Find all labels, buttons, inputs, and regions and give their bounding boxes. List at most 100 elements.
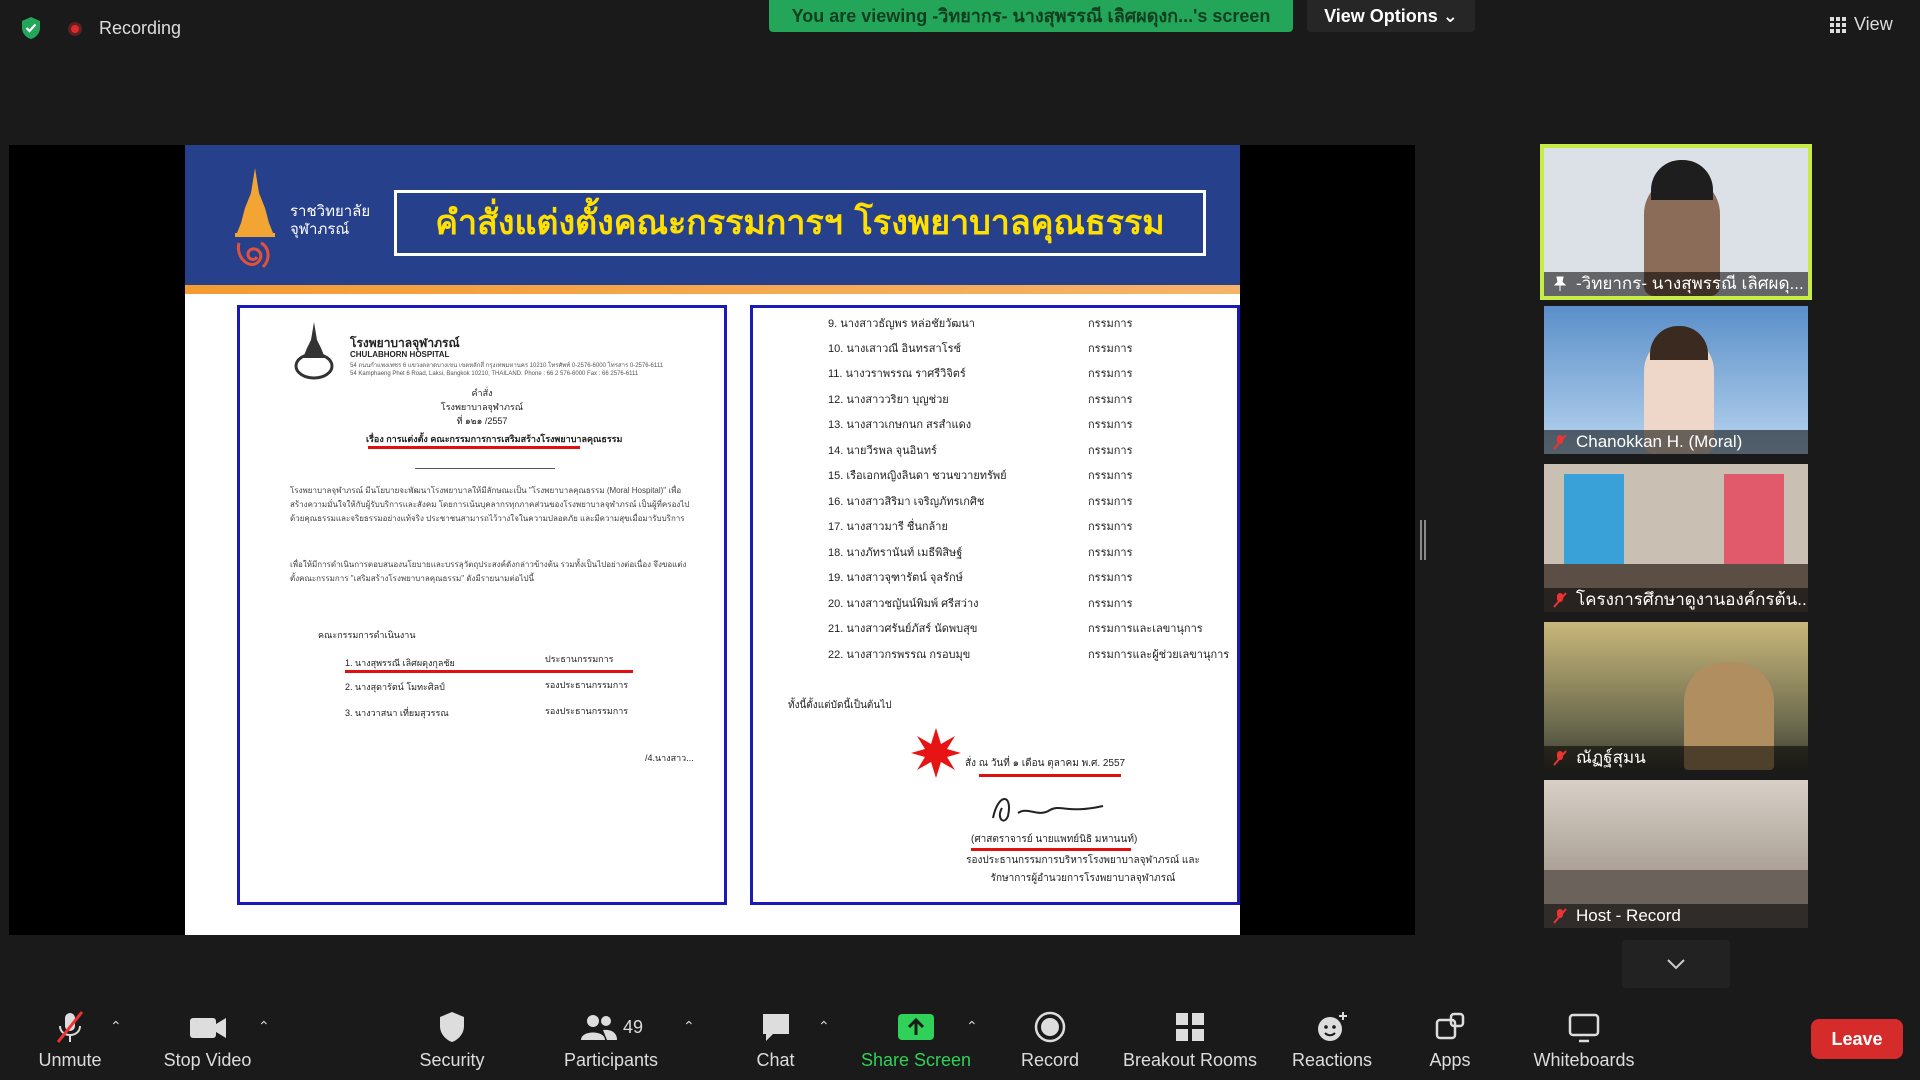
- committee-member-name: 17. นางสาวมารี ชื่นกล้าย: [828, 521, 948, 533]
- committee-member-role: กรรมการ: [1088, 318, 1133, 330]
- committee-title: คณะกรรมการดำเนินงาน: [318, 630, 416, 640]
- video-tile[interactable]: Chanokkan H. (Moral): [1544, 306, 1808, 454]
- share-options-caret-icon[interactable]: ⌃: [966, 1018, 978, 1035]
- apps-button[interactable]: Apps: [1420, 1010, 1480, 1071]
- committee-member-role: กรรมการ: [1088, 598, 1133, 610]
- stop-video-button[interactable]: Stop Video: [160, 1010, 255, 1071]
- reactions-smiley-icon: [1318, 1012, 1347, 1041]
- continued-marker: /4.นางสาว...: [645, 753, 694, 763]
- security-button[interactable]: Security: [412, 1010, 492, 1071]
- record-button[interactable]: Record: [1015, 1010, 1085, 1071]
- subject-underline: [368, 446, 580, 449]
- signer-position-line-2: รักษาการผู้อำนวยการโรงพยาบาลจุฬาภรณ์: [990, 873, 1176, 884]
- slide-accent-bar: [185, 285, 1240, 294]
- unmute-label: Unmute: [38, 1050, 102, 1070]
- committee-member-name: 3. นางวาสนา เที่ยมสุวรรณ: [345, 708, 449, 718]
- participants-button[interactable]: 49 Participants: [556, 1010, 666, 1071]
- security-label: Security: [419, 1050, 485, 1070]
- committee-member-name: 16. นางสาวสิริมา เจริญภัทรเกศิช: [828, 496, 985, 508]
- committee-member-name: 2. นางสุดารัตน์ โมทะศิลป์: [345, 682, 445, 692]
- share-screen-arrow-icon: [898, 1014, 934, 1040]
- muted-mic-icon: [1553, 592, 1567, 608]
- participant-name: Chanokkan H. (Moral): [1544, 430, 1808, 454]
- reactions-button[interactable]: Reactions: [1288, 1010, 1376, 1071]
- participant-name: โครงการศึกษาดูงานองค์กรต้น...: [1544, 588, 1808, 612]
- breakout-rooms-button[interactable]: Breakout Rooms: [1120, 1010, 1260, 1071]
- shared-screen[interactable]: ราชวิทยาลัย จุฬาภรณ์ คำสั่งแต่งตั้งคณะกร…: [9, 145, 1415, 935]
- participant-name: Host - Record: [1544, 904, 1808, 928]
- unmute-button[interactable]: Unmute: [30, 1010, 110, 1071]
- gallery-scroll-down-button[interactable]: [1622, 940, 1730, 988]
- leave-button[interactable]: Leave: [1811, 1019, 1903, 1059]
- record-icon: [1034, 1011, 1066, 1043]
- logo-line-1: ราชวิทยาลัย: [290, 203, 371, 220]
- committee-member-role: กรรมการ: [1088, 547, 1133, 559]
- breakout-rooms-icon: [1176, 1013, 1204, 1041]
- order-word: คำสั่ง: [471, 388, 493, 398]
- signer-name: (ศาสตราจารย์ นายแพทย์นิธิ มหานนท์): [971, 834, 1138, 845]
- view-options-button[interactable]: View Options ⌄: [1307, 0, 1475, 32]
- recording-label[interactable]: Recording: [99, 18, 181, 39]
- viewing-banner-text: You are viewing -วิทยากร- นางสุพรรณี เลิ…: [791, 6, 1271, 26]
- committee-member-role: กรรมการ: [1088, 419, 1133, 431]
- chat-button[interactable]: Chat: [738, 1010, 813, 1071]
- view-label: View: [1854, 14, 1893, 34]
- committee-member-name: 15. เรือเอกหญิงลินดา ชวนขวายทรัพย์: [828, 470, 1007, 482]
- video-options-caret-icon[interactable]: ⌃: [258, 1018, 270, 1035]
- breakout-rooms-label: Breakout Rooms: [1122, 1050, 1258, 1070]
- committee-member-name: 9. นางสาวธัญพร หล่อชัยวัฒนา: [828, 318, 975, 330]
- whiteboard-icon: [1568, 1013, 1600, 1043]
- muted-mic-icon: [1553, 434, 1567, 450]
- split-resize-handle[interactable]: [1420, 520, 1426, 560]
- video-tile[interactable]: Host - Record: [1544, 780, 1808, 928]
- audio-options-caret-icon[interactable]: ⌃: [110, 1018, 122, 1035]
- order-paragraph-1: โรงพยาบาลจุฬาภรณ์ มีนโยบายจะพัฒนาโรงพยาบ…: [290, 486, 690, 523]
- muted-mic-icon: [1553, 750, 1567, 766]
- committee-member-role: กรรมการ: [1088, 521, 1133, 533]
- video-tile[interactable]: ณัฏฐ์สุมน: [1544, 622, 1808, 770]
- share-screen-button[interactable]: Share Screen: [858, 1010, 974, 1071]
- committee-member-role: กรรมการและผู้ช่วยเลขานุการ: [1088, 649, 1230, 661]
- view-button[interactable]: View: [1830, 14, 1893, 35]
- effective-statement: ทั้งนี้ตั้งแต่บัดนี้เป็นต้นไป: [788, 700, 892, 711]
- red-starburst-icon: [911, 728, 961, 778]
- committee-member-name: 1. นางสุพรรณี เลิศผดุงกุลชัย: [345, 658, 455, 668]
- committee-member-name: 21. นางสาวศรันย์ภัสร์ นัดพบสุข: [828, 623, 978, 635]
- recording-dot-icon: [68, 22, 82, 36]
- participant-name: ณัฏฐ์สุมน: [1544, 746, 1808, 770]
- signer-underline: [971, 848, 1131, 851]
- participants-icon: [580, 1015, 617, 1040]
- hospital-name-en: CHULABHORN HOSPITAL: [350, 350, 450, 359]
- committee-member-role: รองประธานกรรมการ: [545, 706, 629, 716]
- chat-label: Chat: [756, 1050, 795, 1070]
- encryption-shield-icon[interactable]: [20, 16, 42, 40]
- muted-mic-icon: [1553, 908, 1567, 924]
- committee-member-name: 14. นายวีรพล จุนอินทร์: [828, 445, 937, 457]
- muted-mic-icon: [56, 1011, 84, 1043]
- participants-options-caret-icon[interactable]: ⌃: [683, 1018, 695, 1035]
- chair-underline: [345, 670, 633, 673]
- order-document-page-2: 9. นางสาวธัญพร หล่อชัยวัฒนา กรรมการ 10. …: [750, 305, 1240, 905]
- order-document-page-1: โรงพยาบาลจุฬาภรณ์ CHULABHORN HOSPITAL 54…: [237, 305, 727, 905]
- video-tile[interactable]: -วิทยากร- นางสุพรรณี เลิศผดุ...: [1540, 144, 1812, 300]
- hospital-crest-icon: [294, 322, 334, 380]
- presentation-slide: ราชวิทยาลัย จุฬาภรณ์ คำสั่งแต่งตั้งคณะกร…: [185, 145, 1240, 935]
- committee-member-name: 13. นางสาวเกษกนก สรสำแดง: [828, 419, 972, 431]
- committee-member-role: รองประธานกรรมการ: [545, 680, 629, 690]
- document-divider: [415, 468, 555, 469]
- grid-view-icon: [1830, 16, 1846, 33]
- signer-position-line-1: รองประธานกรรมการบริหารโรงพยาบาลจุฬาภรณ์ …: [966, 855, 1200, 866]
- security-shield-icon: [440, 1012, 464, 1042]
- logo-text: ราชวิทยาลัย จุฬาภรณ์: [290, 203, 370, 239]
- banner-red: [1724, 474, 1784, 564]
- whiteboards-button[interactable]: Whiteboards: [1528, 1010, 1640, 1071]
- hospital-address-en: 54 Kamphaeng Phet 6 Road, Laksi, Bangkok…: [350, 371, 639, 377]
- video-tile[interactable]: โครงการศึกษาดูงานองค์กรต้น...: [1544, 464, 1808, 612]
- order-org: โรงพยาบาลจุฬาภรณ์: [440, 402, 524, 412]
- participants-label: Participants: [563, 1050, 659, 1070]
- committee-member-name: 12. นางสาววริยา บุญช่วย: [828, 394, 949, 406]
- chat-options-caret-icon[interactable]: ⌃: [818, 1018, 830, 1035]
- committee-member-role: กรรมการ: [1088, 445, 1133, 457]
- committee-member-role: กรรมการและเลขานุการ: [1088, 623, 1203, 635]
- date-underline: [979, 774, 1121, 777]
